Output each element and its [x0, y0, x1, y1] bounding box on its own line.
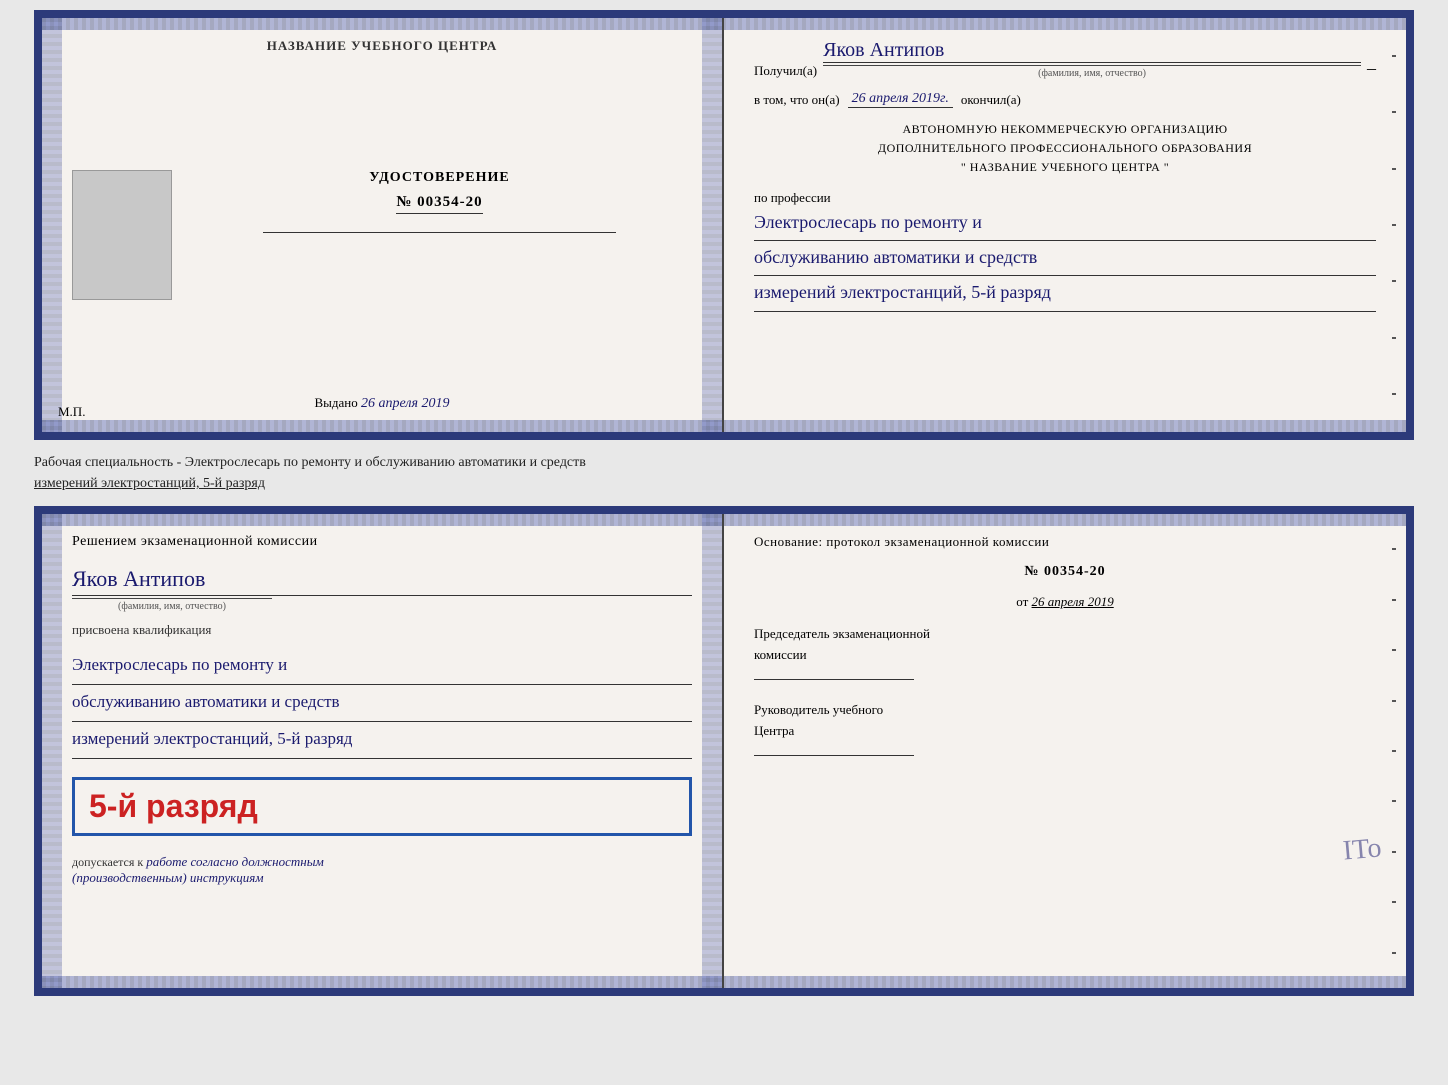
top-document: НАЗВАНИЕ УЧЕБНОГО ЦЕНТРА УДОСТОВЕРЕНИЕ №…: [34, 10, 1414, 440]
finished-label: окончил(а): [961, 92, 1021, 108]
org-block: АВТОНОМНУЮ НЕКОММЕРЧЕСКУЮ ОРГАНИЗАЦИЮ ДО…: [754, 120, 1376, 178]
middle-line1: Рабочая специальность - Электрослесарь п…: [34, 455, 586, 470]
protocol-number: № 00354-20: [754, 564, 1376, 580]
chairman-signature-line: [754, 679, 914, 680]
middle-line2: измерений электростанций, 5-й разряд: [34, 476, 265, 491]
allowed-text: работе согласно должностным: [146, 854, 324, 869]
prof-line2: обслуживанию автоматики и средств: [754, 241, 1376, 276]
ito-watermark: ITo: [1341, 832, 1382, 867]
bottom-right-decoration-l: [702, 514, 722, 988]
basis-label: Основание: протокол экзаменационной коми…: [754, 534, 1376, 550]
director-title: Руководитель учебного: [754, 700, 1376, 721]
issued-date-row: Выдано 26 апреля 2019: [315, 395, 450, 412]
chairman-block: Председатель экзаменационной комиссии: [754, 624, 1376, 686]
photo-placeholder: [72, 170, 172, 300]
chairman-title2: комиссии: [754, 645, 1376, 666]
in-that-label: в том, что он(а): [754, 92, 840, 108]
director-signature-line: [754, 755, 914, 756]
profession-label: по профессии: [754, 190, 1376, 206]
bottom-left-decoration: [42, 514, 62, 988]
commission-decision: Решением экзаменационной комиссии: [72, 534, 692, 550]
director-title2: Центра: [754, 721, 1376, 742]
edge-dashes: [1392, 18, 1398, 432]
date-line-row: в том, что он(а) 26 апреля 2019г. окончи…: [754, 91, 1376, 108]
qualification-text: Электрослесарь по ремонту и обслуживанию…: [72, 648, 692, 759]
profession-text: Электрослесарь по ремонту и обслуживанию…: [754, 206, 1376, 312]
chairman-title: Председатель экзаменационной: [754, 624, 1376, 645]
org-line3: " НАЗВАНИЕ УЧЕБНОГО ЦЕНТРА ": [754, 158, 1376, 177]
cert-title: УДОСТОВЕРЕНИЕ: [369, 170, 509, 186]
bottom-name-block: Яков Антипов (фамилия, имя, отчество): [72, 560, 692, 612]
bottom-person-name: Яков Антипов: [72, 564, 692, 596]
issued-label: Выдано: [315, 395, 358, 410]
director-block: Руководитель учебного Центра: [754, 700, 1376, 762]
bottom-fio-label: (фамилия, имя, отчество): [72, 598, 272, 612]
profession-block: по профессии Электрослесарь по ремонту и…: [754, 190, 1376, 312]
date-value-bottom: 26 апреля 2019: [1032, 594, 1114, 609]
grade-badge: 5-й разряд: [72, 777, 692, 836]
grade-text: 5-й разряд: [89, 788, 258, 824]
bottom-left-page: Решением экзаменационной комиссии Яков А…: [42, 514, 724, 988]
bottom-edge-dashes: [1392, 514, 1398, 988]
middle-text-block: Рабочая специальность - Электрослесарь п…: [34, 448, 1414, 498]
cert-number: № 00354-20: [396, 194, 482, 214]
name-block: Яков Антипов (фамилия, имя, отчество): [823, 38, 1361, 79]
issued-date-value: 26 апреля 2019: [361, 396, 449, 411]
cert-photo-area: УДОСТОВЕРЕНИЕ № 00354-20: [72, 170, 692, 300]
recipient-name: Яков Антипов: [823, 38, 1361, 63]
protocol-date: от 26 апреля 2019: [754, 594, 1376, 610]
cert-right-page: Получил(а) Яков Антипов (фамилия, имя, о…: [724, 18, 1406, 432]
qual-line1: Электрослесарь по ремонту и: [72, 648, 692, 685]
fio-label-top: (фамилия, имя, отчество): [823, 65, 1361, 79]
cert-center-info: УДОСТОВЕРЕНИЕ № 00354-20: [187, 170, 692, 243]
received-label: Получил(а): [754, 63, 817, 79]
qual-line3: измерений электростанций, 5-й разряд: [72, 722, 692, 759]
bottom-right-page: Основание: протокол экзаменационной коми…: [724, 514, 1406, 988]
qualification-label: присвоена квалификация: [72, 622, 692, 638]
left-decoration: [42, 18, 62, 432]
qual-line2: обслуживанию автоматики и средств: [72, 685, 692, 722]
right-decoration: [702, 18, 722, 432]
instructions-text: (производственным) инструкциям: [72, 870, 264, 885]
org-line2: ДОПОЛНИТЕЛЬНОГО ПРОФЕССИОНАЛЬНОГО ОБРАЗО…: [754, 139, 1376, 158]
cert-left-page: НАЗВАНИЕ УЧЕБНОГО ЦЕНТРА УДОСТОВЕРЕНИЕ №…: [42, 18, 724, 432]
org-line1: АВТОНОМНУЮ НЕКОММЕРЧЕСКУЮ ОРГАНИЗАЦИЮ: [754, 120, 1376, 139]
training-center-label-left: НАЗВАНИЕ УЧЕБНОГО ЦЕНТРА: [267, 38, 498, 54]
dash: –: [1367, 58, 1376, 79]
bottom-document: Решением экзаменационной комиссии Яков А…: [34, 506, 1414, 996]
cert-line: [263, 232, 617, 233]
prof-line3: измерений электростанций, 5-й разряд: [754, 276, 1376, 311]
date-label: от: [1016, 594, 1028, 609]
allowed-label: допускается к: [72, 855, 143, 869]
mp-text: М.П.: [58, 404, 85, 420]
prof-line1: Электрослесарь по ремонту и: [754, 206, 1376, 241]
allowed-work: допускается к работе согласно должностны…: [72, 854, 692, 886]
cert-date-value: 26 апреля 2019г.: [848, 91, 953, 108]
recipient-row: Получил(а) Яков Антипов (фамилия, имя, о…: [754, 38, 1376, 79]
